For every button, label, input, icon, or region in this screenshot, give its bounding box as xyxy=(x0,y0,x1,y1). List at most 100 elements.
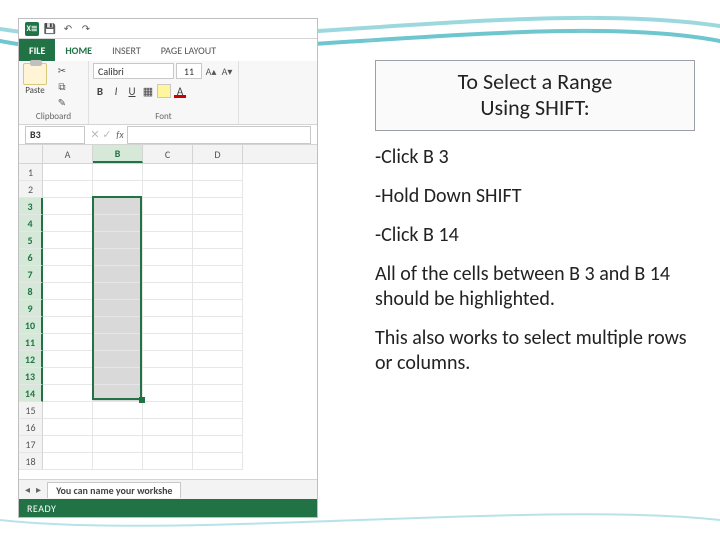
cell-C15[interactable] xyxy=(143,402,193,419)
tab-home[interactable]: HOME xyxy=(55,39,102,61)
undo-icon[interactable]: ↶ xyxy=(61,22,75,36)
italic-button[interactable]: I xyxy=(109,83,123,99)
cell-B2[interactable] xyxy=(93,181,143,198)
cell-D7[interactable] xyxy=(193,266,243,283)
tab-page-layout[interactable]: PAGE LAYOUT xyxy=(151,39,226,61)
cell-D14[interactable] xyxy=(193,385,243,402)
cell-A6[interactable] xyxy=(43,249,93,266)
column-header-A[interactable]: A xyxy=(43,145,93,163)
select-all-corner[interactable] xyxy=(19,145,43,163)
cut-icon[interactable]: ✂ xyxy=(55,63,69,77)
cell-A15[interactable] xyxy=(43,402,93,419)
cell-B8[interactable] xyxy=(93,283,143,300)
row-header-16[interactable]: 16 xyxy=(19,419,43,436)
fill-color-icon[interactable] xyxy=(157,84,171,98)
cell-D3[interactable] xyxy=(193,198,243,215)
font-color-icon[interactable]: A xyxy=(173,83,187,99)
cell-D18[interactable] xyxy=(193,453,243,470)
cell-B3[interactable] xyxy=(93,198,143,215)
name-box[interactable]: B3 xyxy=(25,126,85,144)
cell-A3[interactable] xyxy=(43,198,93,215)
copy-icon[interactable]: ⧉ xyxy=(55,79,69,93)
cell-D13[interactable] xyxy=(193,368,243,385)
row-header-11[interactable]: 11 xyxy=(19,334,43,351)
fx-icon[interactable]: fx xyxy=(113,126,127,144)
cell-A13[interactable] xyxy=(43,368,93,385)
cell-D17[interactable] xyxy=(193,436,243,453)
cell-C17[interactable] xyxy=(143,436,193,453)
font-size-select[interactable]: 11 xyxy=(176,63,202,79)
cell-B15[interactable] xyxy=(93,402,143,419)
cell-B17[interactable] xyxy=(93,436,143,453)
cell-C16[interactable] xyxy=(143,419,193,436)
enter-formula-icon[interactable]: ✓ xyxy=(101,128,113,141)
cell-C8[interactable] xyxy=(143,283,193,300)
row-header-9[interactable]: 9 xyxy=(19,300,43,317)
cell-A7[interactable] xyxy=(43,266,93,283)
cell-C10[interactable] xyxy=(143,317,193,334)
row-header-1[interactable]: 1 xyxy=(19,164,43,181)
cancel-formula-icon[interactable]: ✕ xyxy=(89,128,101,141)
cell-A2[interactable] xyxy=(43,181,93,198)
row-header-15[interactable]: 15 xyxy=(19,402,43,419)
cell-D2[interactable] xyxy=(193,181,243,198)
sheet-nav-prev-icon[interactable]: ◂ xyxy=(25,483,30,496)
cell-B11[interactable] xyxy=(93,334,143,351)
row-header-7[interactable]: 7 xyxy=(19,266,43,283)
cell-D4[interactable] xyxy=(193,215,243,232)
row-header-14[interactable]: 14 xyxy=(19,385,43,402)
font-name-select[interactable]: Calibri xyxy=(93,63,174,79)
cell-B9[interactable] xyxy=(93,300,143,317)
cell-C7[interactable] xyxy=(143,266,193,283)
cell-B4[interactable] xyxy=(93,215,143,232)
cell-C12[interactable] xyxy=(143,351,193,368)
save-icon[interactable]: 💾 xyxy=(43,22,57,36)
cell-D9[interactable] xyxy=(193,300,243,317)
row-header-6[interactable]: 6 xyxy=(19,249,43,266)
cell-D12[interactable] xyxy=(193,351,243,368)
cell-D5[interactable] xyxy=(193,232,243,249)
cell-C13[interactable] xyxy=(143,368,193,385)
cell-A12[interactable] xyxy=(43,351,93,368)
cell-C1[interactable] xyxy=(143,164,193,181)
row-header-2[interactable]: 2 xyxy=(19,181,43,198)
cell-C14[interactable] xyxy=(143,385,193,402)
cell-B14[interactable] xyxy=(93,385,143,402)
cell-B1[interactable] xyxy=(93,164,143,181)
cell-C9[interactable] xyxy=(143,300,193,317)
cell-A9[interactable] xyxy=(43,300,93,317)
cell-A11[interactable] xyxy=(43,334,93,351)
cell-B5[interactable] xyxy=(93,232,143,249)
spreadsheet-grid[interactable]: ABCD123456789101112131415161718 xyxy=(19,145,317,470)
cell-D1[interactable] xyxy=(193,164,243,181)
row-header-13[interactable]: 13 xyxy=(19,368,43,385)
cell-D15[interactable] xyxy=(193,402,243,419)
cell-B7[interactable] xyxy=(93,266,143,283)
cell-A16[interactable] xyxy=(43,419,93,436)
cell-C3[interactable] xyxy=(143,198,193,215)
column-header-C[interactable]: C xyxy=(143,145,193,163)
cell-C6[interactable] xyxy=(143,249,193,266)
cell-B16[interactable] xyxy=(93,419,143,436)
selection-handle[interactable] xyxy=(139,397,145,403)
column-header-B[interactable]: B xyxy=(93,145,143,163)
cell-B6[interactable] xyxy=(93,249,143,266)
cell-D8[interactable] xyxy=(193,283,243,300)
redo-icon[interactable]: ↷ xyxy=(79,22,93,36)
cell-D6[interactable] xyxy=(193,249,243,266)
cell-A10[interactable] xyxy=(43,317,93,334)
cell-A17[interactable] xyxy=(43,436,93,453)
row-header-5[interactable]: 5 xyxy=(19,232,43,249)
cell-A5[interactable] xyxy=(43,232,93,249)
border-icon[interactable]: ▦ xyxy=(141,83,155,99)
row-header-3[interactable]: 3 xyxy=(19,198,43,215)
underline-button[interactable]: U xyxy=(125,83,139,99)
cell-D10[interactable] xyxy=(193,317,243,334)
bold-button[interactable]: B xyxy=(93,83,107,99)
cell-A18[interactable] xyxy=(43,453,93,470)
cell-D16[interactable] xyxy=(193,419,243,436)
row-header-10[interactable]: 10 xyxy=(19,317,43,334)
paste-button[interactable]: Paste xyxy=(23,63,47,96)
row-header-4[interactable]: 4 xyxy=(19,215,43,232)
sheet-nav-next-icon[interactable]: ▸ xyxy=(36,483,41,496)
